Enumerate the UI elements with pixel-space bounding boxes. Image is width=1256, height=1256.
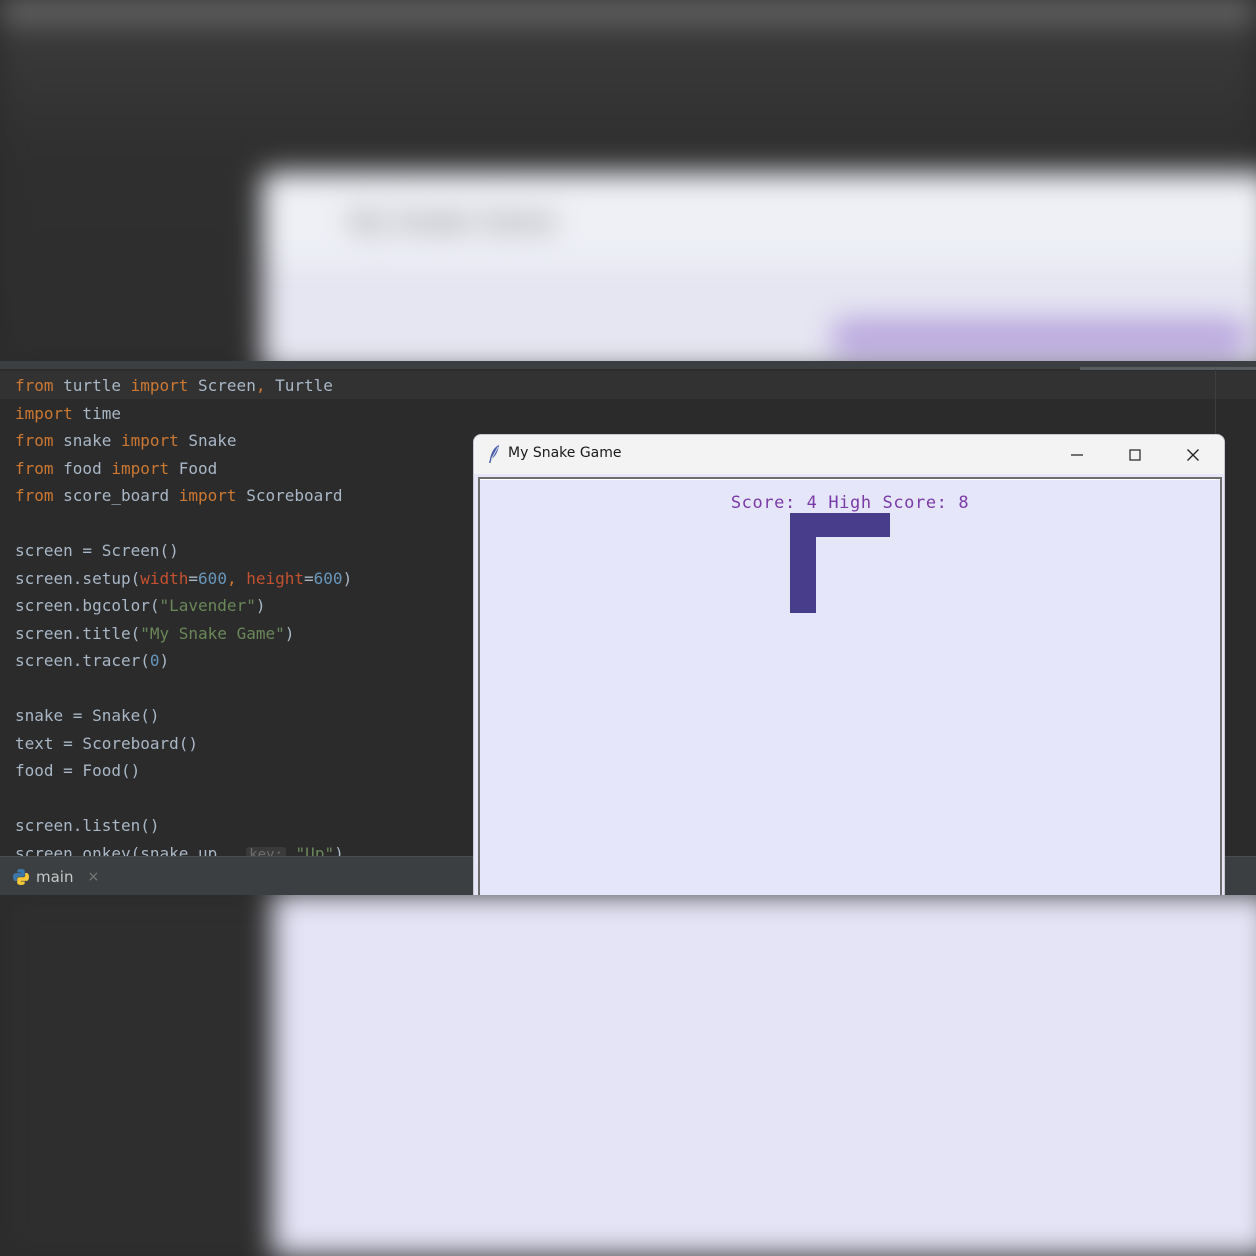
code-token: height	[246, 568, 305, 588]
code-token: =	[304, 568, 314, 588]
code-token: import	[111, 458, 170, 478]
code-line[interactable]: screen.setup(width=600, height=600)	[15, 565, 352, 593]
code-token: import	[15, 403, 73, 423]
code-token: 600	[313, 568, 343, 588]
code-token: text = Scoreboard()	[15, 733, 199, 753]
feather-icon	[489, 445, 499, 463]
code-line[interactable]: from snake import Snake	[15, 427, 352, 455]
blurred-score-text	[830, 318, 1250, 358]
blurred-window-canvas	[272, 893, 1256, 1256]
code-token: =	[188, 568, 199, 588]
code-token: screen = Screen()	[15, 541, 179, 560]
close-icon[interactable]: ×	[87, 869, 99, 885]
code-line[interactable]: screen.title("My Snake Game")	[15, 620, 352, 648]
code-token: "Lavender"	[159, 596, 256, 615]
code-line[interactable]	[15, 675, 352, 703]
code-token: Screen	[188, 376, 256, 395]
blurred-window-title: My Snake Game	[350, 206, 557, 236]
code-line[interactable]: screen = Screen()	[15, 537, 352, 565]
code-token: screen.title(	[15, 623, 141, 643]
code-token: food	[53, 458, 112, 478]
scoreboard-text: Score: 4 High Score: 8	[730, 493, 970, 513]
code-line[interactable]: text = Scoreboard()	[15, 730, 352, 758]
window-titlebar[interactable]: My Snake Game	[474, 435, 1224, 474]
code-line[interactable]	[15, 785, 352, 813]
maximize-icon	[1129, 448, 1141, 461]
code-token: screen.listen()	[15, 816, 160, 835]
code-token: )	[342, 568, 353, 588]
code-token: from	[15, 431, 54, 450]
code-line[interactable]: food = Food()	[15, 757, 352, 785]
code-token: Food	[169, 458, 218, 478]
code-token: Scoreboard	[236, 486, 343, 505]
code-token: 0	[149, 651, 160, 670]
code-line[interactable]: from food import Food	[15, 455, 352, 483]
code-line[interactable]: screen.listen()	[15, 812, 352, 840]
code-token: Snake	[178, 431, 237, 450]
snake-body-vertical	[790, 513, 816, 613]
code-token: import	[130, 376, 189, 395]
code-token: 600	[198, 568, 227, 588]
window-title: My Snake Game	[508, 445, 622, 461]
code-line[interactable]: screen.bgcolor("Lavender")	[15, 592, 352, 620]
code-token: screen.tracer(	[15, 651, 150, 670]
minimize-icon	[1071, 453, 1083, 456]
code-token: turtle	[53, 376, 131, 395]
code-token: food = Food()	[15, 761, 141, 780]
tab-main[interactable]: main ×	[12, 867, 99, 887]
code-token: from	[15, 458, 54, 478]
close-icon	[1187, 448, 1199, 461]
code-token: snake = Snake()	[15, 706, 160, 725]
code-token: time	[72, 403, 121, 423]
code-token: screen.setup(	[15, 568, 141, 588]
code-token: width	[140, 568, 189, 588]
code-token: )	[159, 651, 170, 670]
code-editor[interactable]: from turtle import Screen, Turtle import …	[15, 372, 352, 867]
code-token: "My Snake Game"	[140, 623, 285, 643]
code-token: Turtle	[265, 376, 333, 395]
tab-main-label: main	[36, 868, 74, 886]
code-line[interactable]: from turtle import Screen, Turtle	[15, 372, 352, 400]
code-token: from	[15, 376, 54, 395]
code-token: ,	[226, 568, 247, 588]
code-line[interactable]: from score_board import Scoreboard	[15, 482, 352, 510]
code-token: screen.bgcolor(	[15, 596, 160, 615]
code-line[interactable]: import time	[15, 400, 352, 428]
turtle-canvas[interactable]: Score: 4 High Score: 8	[478, 477, 1222, 895]
maximize-button[interactable]	[1110, 435, 1160, 474]
turtle-window: My Snake Game Score: 4 High Score: 8	[473, 434, 1225, 895]
code-token: import	[178, 486, 237, 505]
horizontal-scrollbar[interactable]	[1080, 367, 1256, 370]
code-token: import	[120, 431, 179, 450]
screen: My Snake Game from turtle import Screen,…	[0, 0, 1256, 1256]
code-line[interactable]: snake = Snake()	[15, 702, 352, 730]
editor-top-border	[0, 361, 1256, 369]
code-token: from	[15, 486, 54, 505]
code-token: )	[284, 623, 295, 643]
code-token: score_board	[53, 486, 179, 505]
close-window-button[interactable]	[1168, 435, 1218, 474]
python-icon	[13, 869, 29, 885]
code-token: )	[255, 596, 266, 615]
code-line[interactable]: screen.tracer(0)	[15, 647, 352, 675]
code-token: snake	[53, 431, 121, 450]
minimize-button[interactable]	[1052, 435, 1102, 474]
code-line[interactable]	[15, 510, 352, 538]
